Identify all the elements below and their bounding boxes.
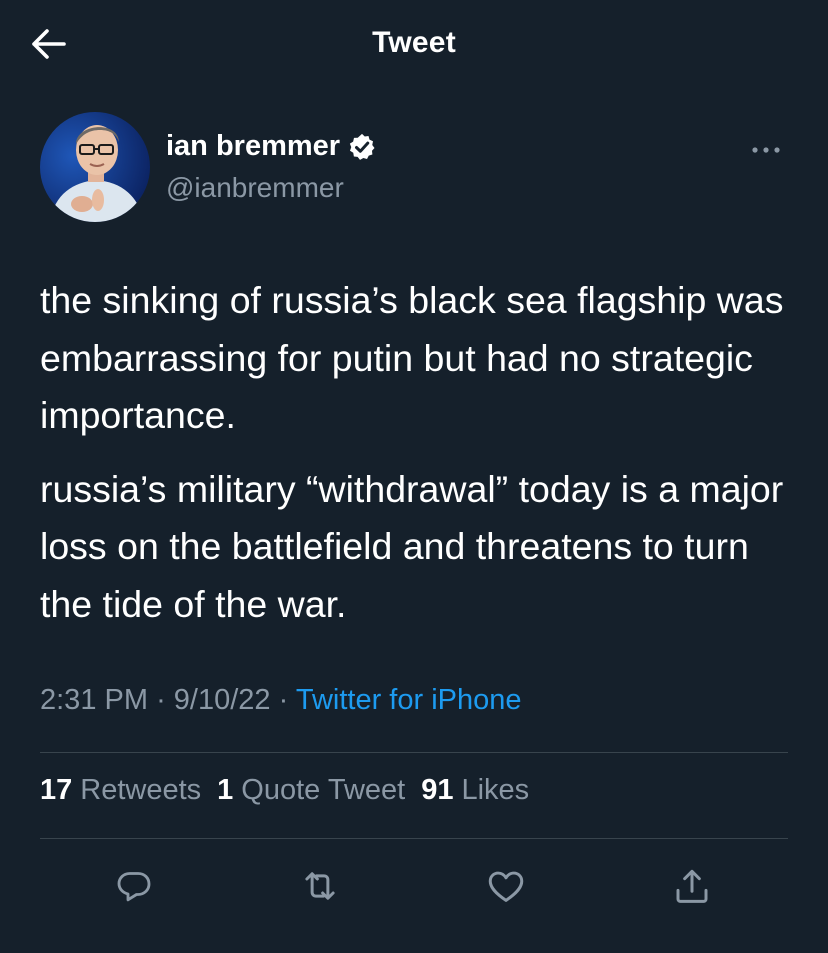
tweet-stats: 17 Retweets 1 Quote Tweet 91 Likes xyxy=(40,774,545,807)
tweet-detail-page: Tweet ian bremmer @ianbremmer the sinkin… xyxy=(0,0,828,953)
tweet-action-bar xyxy=(0,858,828,914)
like-button[interactable] xyxy=(478,858,534,914)
author-display-name: ian bremmer xyxy=(166,130,341,162)
top-bar: Tweet xyxy=(0,0,828,90)
avatar-image xyxy=(40,112,150,222)
quote-tweets-label: Quote Tweet xyxy=(241,774,406,806)
retweets-stat[interactable]: 17 Retweets xyxy=(40,774,201,807)
quote-tweets-stat[interactable]: 1 Quote Tweet xyxy=(217,774,405,807)
tweet-meta: 2:31 PM · 9/10/22 · Twitter for iPhone xyxy=(40,684,522,717)
share-button[interactable] xyxy=(664,858,720,914)
retweet-icon xyxy=(305,872,335,900)
more-options-button[interactable] xyxy=(748,138,784,162)
likes-stat[interactable]: 91 Likes xyxy=(421,774,529,807)
meta-separator: · xyxy=(278,684,289,716)
tweet-date: 9/10/22 xyxy=(173,684,271,716)
reply-button[interactable] xyxy=(106,858,162,914)
verified-badge-icon xyxy=(347,132,377,162)
tweet-text: the sinking of russia’s black sea flagsh… xyxy=(40,272,800,633)
tweet-author: ian bremmer @ianbremmer xyxy=(40,112,788,224)
avatar[interactable] xyxy=(40,112,150,222)
tweet-paragraph: the sinking of russia’s black sea flagsh… xyxy=(40,279,784,436)
meta-separator: · xyxy=(156,684,166,716)
share-icon xyxy=(676,869,708,903)
like-heart-icon xyxy=(488,871,524,902)
retweets-label: Retweets xyxy=(80,774,202,806)
page-title: Tweet xyxy=(372,26,456,59)
author-handle[interactable]: @ianbremmer xyxy=(166,172,344,204)
author-name-row[interactable]: ian bremmer xyxy=(166,130,377,163)
quote-tweets-count: 1 xyxy=(217,774,234,806)
likes-count: 91 xyxy=(421,774,454,806)
tweet-paragraph: russia’s military “withdrawal” today is … xyxy=(40,467,784,625)
tweet-source-link[interactable]: Twitter for iPhone xyxy=(296,684,522,716)
more-horizontal-icon xyxy=(752,147,780,153)
retweets-count: 17 xyxy=(40,774,73,806)
retweet-button[interactable] xyxy=(292,858,348,914)
divider xyxy=(40,752,788,753)
divider xyxy=(40,838,788,839)
tweet-time: 2:31 PM xyxy=(40,684,148,716)
reply-icon xyxy=(117,872,151,902)
likes-label: Likes xyxy=(461,774,530,806)
